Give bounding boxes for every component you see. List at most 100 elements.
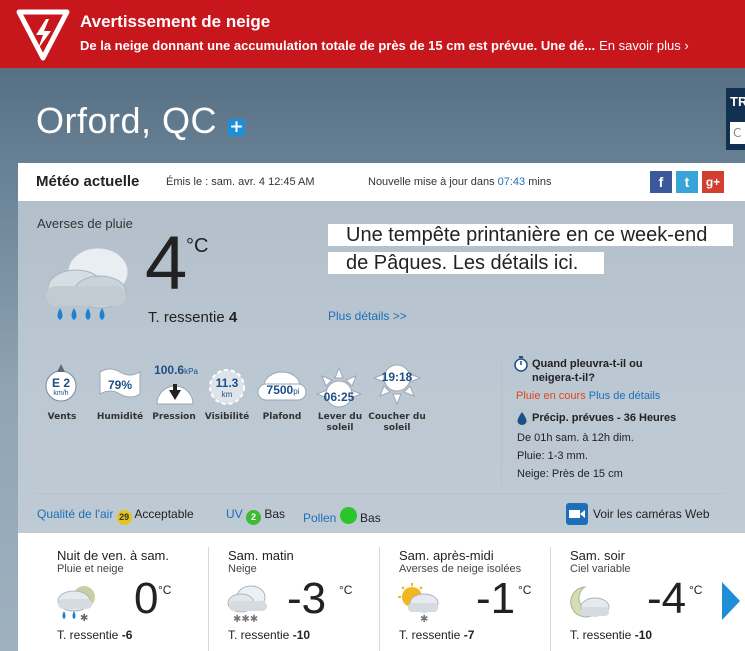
forecast-title: Nuit de ven. à sam. (57, 548, 169, 563)
forecast-title: Sam. matin (228, 548, 294, 563)
ceiling-value: 7500 (266, 383, 294, 397)
air-quality-label[interactable]: Qualité de l'air (37, 507, 113, 521)
sun-snow-icon: ✱ (398, 583, 439, 623)
side-panel: TR C (726, 88, 745, 150)
wind-unit: km/h (53, 390, 69, 397)
forecast-unit: °C (518, 583, 532, 597)
add-location-button[interactable]: + (228, 119, 245, 136)
forecast-feels-label: T. ressentie (228, 628, 290, 642)
rain-details-link[interactable]: Plus de détails (589, 390, 661, 402)
forecast-feels: T. ressentie -10 (570, 628, 652, 642)
sunset-label: Coucher du soleil (368, 412, 426, 433)
webcams-link[interactable]: Voir les caméras Web (593, 507, 710, 521)
moon-cloud-icon (570, 586, 610, 618)
ceiling-label: Plafond (262, 412, 302, 422)
forecast-strip: Nuit de ven. à sam. Pluie et neige ✱ 0 °… (18, 533, 745, 651)
forecast-period[interactable]: Sam. soir Ciel variable -4 °C T. ressent… (549, 533, 720, 651)
vertical-divider (501, 356, 502, 486)
stopwatch-icon (514, 356, 528, 372)
uv-badge: 2 (246, 510, 262, 525)
forecast-temp: -4 (647, 574, 687, 623)
rain-question[interactable]: Quand pleuvra-t-il ou neigera-t-il? (532, 357, 672, 385)
forecast-feels-value: -7 (463, 628, 475, 642)
side-panel-input[interactable]: C (730, 122, 745, 144)
raindrop-icon (517, 412, 527, 425)
forecast-feels: T. ressentie -10 (228, 628, 310, 642)
forecast-condition: Neige (228, 563, 257, 575)
twitter-icon[interactable]: t (676, 171, 698, 193)
air-quality[interactable]: Qualité de l'air 29 Acceptable (37, 507, 194, 525)
humidity-value: 79% (107, 378, 133, 392)
visibility-label: Visibilité (204, 412, 250, 422)
forecast-feels-label: T. ressentie (399, 628, 461, 642)
update-countdown: Nouvelle mise à jour dans 07:43 mins (368, 176, 551, 188)
forecast-period[interactable]: Sam. matin Neige ✱✱✱ -3 °C T. ressentie … (207, 533, 378, 651)
precip-rain: Pluie: 1-3 mm. (517, 450, 588, 462)
alert-more-link[interactable]: En savoir plus › (599, 38, 689, 53)
current-temperature: 4 (145, 221, 188, 306)
googleplus-icon[interactable]: g+ (702, 171, 724, 193)
uv-text: Bas (264, 507, 286, 521)
precip-snow: Neige: Près de 15 cm (517, 468, 623, 480)
forecast-period[interactable]: Sam. après-midi Averses de neige isolées… (378, 533, 549, 651)
uv-index[interactable]: UV 2 Bas (226, 507, 285, 525)
wind-label: Vents (47, 412, 77, 422)
warning-icon (16, 9, 70, 61)
update-time: 07:43 (497, 176, 526, 188)
forecast-title: Sam. soir (570, 548, 625, 563)
divider (36, 493, 725, 494)
weather-alert-banner[interactable]: Avertissement de neige De la neige donna… (0, 0, 745, 68)
pressure-unit: kPa (184, 367, 198, 376)
svg-text:✱: ✱ (80, 613, 88, 623)
rain-snow-night-icon: ✱ (57, 586, 95, 623)
sunrise-value: 06:25 (323, 390, 355, 404)
forecast-feels-value: -10 (634, 628, 653, 642)
air-quality-text: Acceptable (134, 507, 194, 521)
forecast-period[interactable]: Nuit de ven. à sam. Pluie et neige ✱ 0 °… (36, 533, 207, 651)
current-weather-title: Météo actuelle (36, 173, 140, 190)
pressure-value: 100.6 (154, 363, 185, 377)
issued-time: Émis le : sam. avr. 4 12:45 AM (166, 176, 315, 188)
forecast-condition: Pluie et neige (57, 563, 124, 575)
rain-status-line: Pluie en cours Plus de détails (516, 390, 660, 402)
ceiling-unit: pi (293, 387, 300, 396)
sunrise-label: Lever du soleil (317, 412, 363, 433)
pressure-label: Pression (152, 412, 196, 422)
forecast-feels-label: T. ressentie (570, 628, 632, 642)
forecast-condition: Ciel variable (570, 563, 631, 575)
facebook-icon[interactable]: f (650, 171, 672, 193)
pollen[interactable]: Pollen Bas (303, 507, 381, 525)
webcam-icon[interactable] (566, 503, 588, 525)
precip-title: Précip. prévues - 36 Heures (532, 412, 677, 424)
weather-story-text[interactable]: Une tempête printanière en ce week-end d… (328, 224, 734, 274)
forecast-unit: °C (689, 583, 703, 597)
more-details-link[interactable]: Plus détails >> (328, 309, 407, 323)
sunset-value: 19:18 (381, 370, 413, 384)
forecast-temp: 0 (134, 574, 159, 623)
forecast-unit: °C (339, 583, 353, 597)
precip-period: De 01h sam. à 12h dim. (517, 432, 634, 444)
side-panel-label: TR (730, 94, 745, 109)
alert-description: De la neige donnant une accumulation tot… (80, 38, 596, 53)
uv-label[interactable]: UV (226, 507, 243, 521)
city-title: Orford, QC (36, 100, 218, 141)
pollen-label[interactable]: Pollen (303, 511, 336, 525)
pollen-badge (339, 507, 357, 524)
forecast-unit: °C (158, 583, 172, 597)
forecast-feels-label: T. ressentie (57, 628, 119, 642)
snow-icon: ✱✱✱ (227, 585, 267, 623)
feels-like-label: T. ressentie (148, 309, 225, 326)
rain-showers-icon (46, 247, 129, 320)
current-condition: Averses de pluie (37, 216, 133, 231)
update-prefix: Nouvelle mise à jour dans (368, 176, 495, 188)
forecast-next-arrow[interactable] (722, 582, 740, 620)
forecast-feels: T. ressentie -7 (399, 628, 474, 642)
rain-status: Pluie en cours (516, 390, 586, 402)
air-quality-badge: 29 (116, 510, 132, 525)
svg-text:✱: ✱ (420, 614, 428, 623)
weather-story[interactable]: Une tempête printanière en ce week-end d… (328, 221, 734, 277)
alert-title: Avertissement de neige (80, 12, 271, 31)
update-suffix: mins (528, 176, 552, 188)
feels-like: T. ressentie 4 (148, 309, 237, 326)
pressure-gauge-icon (156, 384, 194, 405)
